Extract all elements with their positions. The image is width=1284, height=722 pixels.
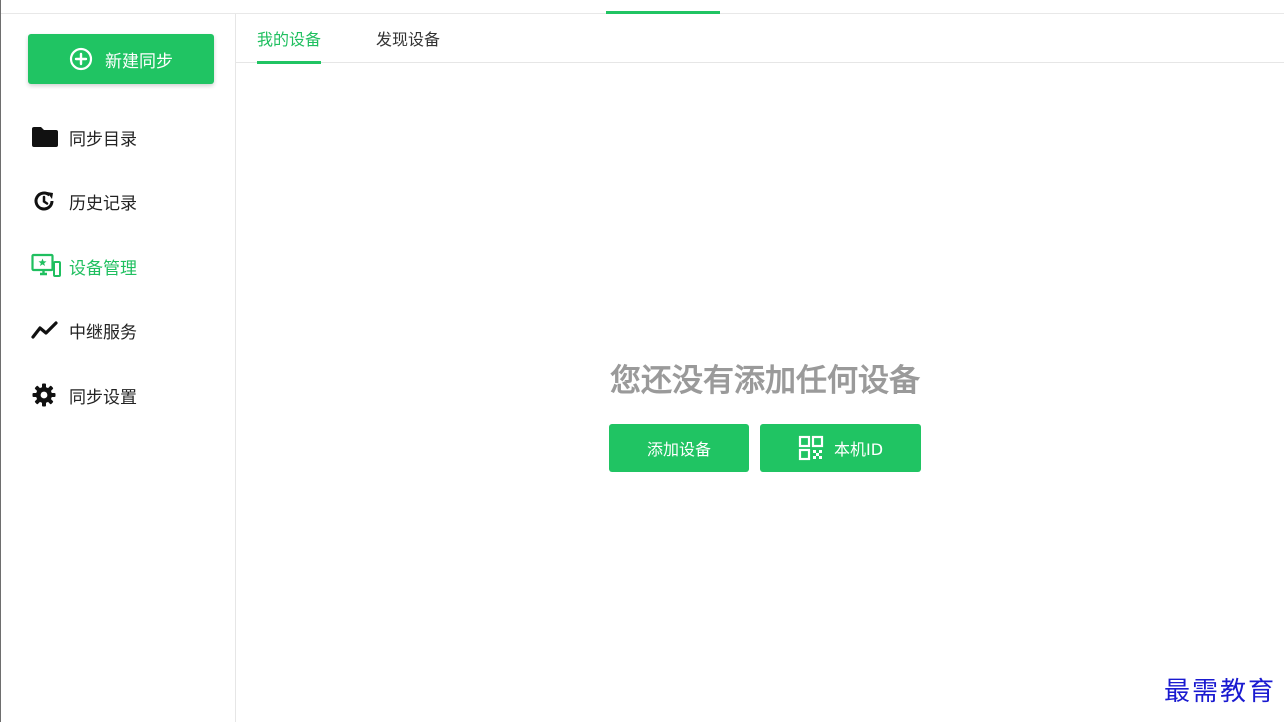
sidebar-item-sync-settings[interactable]: 同步设置 xyxy=(1,375,235,415)
sidebar-item-label: 历史记录 xyxy=(69,193,137,214)
gear-icon xyxy=(31,382,61,408)
logo-icon xyxy=(81,0,97,4)
history-icon xyxy=(31,188,61,214)
add-device-label: 添加设备 xyxy=(646,440,711,459)
new-sync-label: 新建同步 xyxy=(105,51,173,71)
local-id-label: 本机ID xyxy=(833,440,884,459)
device-tabs: 我的设备 发现设备 xyxy=(236,14,1284,64)
watermark-text: 最需教育 xyxy=(1163,677,1276,707)
local-id-button[interactable]: 本机ID xyxy=(760,424,921,472)
sidebar-item-device-management[interactable]: 设备管理 xyxy=(1,246,235,286)
empty-state-message: 您还没有添加任何设备 xyxy=(610,363,920,399)
relay-icon xyxy=(31,317,61,343)
tab-discover-devices[interactable]: 发现设备 xyxy=(376,26,440,63)
top-bar xyxy=(1,0,1284,14)
device-manage-icon xyxy=(31,253,61,279)
add-circle-icon xyxy=(69,47,93,71)
sidebar-item-sync-directory[interactable]: 同步目录 xyxy=(1,117,235,157)
new-sync-button[interactable]: 新建同步 xyxy=(28,34,214,84)
sidebar-item-history[interactable]: 历史记录 xyxy=(1,181,235,221)
sidebar-item-label: 设备管理 xyxy=(69,258,137,279)
sidebar: 新建同步 同步目录 历史记录 设备管理 中继服务 同步设置 xyxy=(1,14,236,722)
tab-my-devices[interactable]: 我的设备 xyxy=(257,26,322,64)
app-window: 新建同步 同步目录 历史记录 设备管理 中继服务 同步设置 我的设备 发现设备 … xyxy=(0,0,1284,722)
sidebar-item-label: 同步设置 xyxy=(69,387,137,408)
folder-icon xyxy=(31,124,61,150)
add-device-button[interactable]: 添加设备 xyxy=(609,424,749,472)
qr-code-icon xyxy=(798,435,824,461)
sidebar-item-relay-service[interactable]: 中继服务 xyxy=(1,310,235,350)
sidebar-item-label: 中继服务 xyxy=(69,322,137,343)
sidebar-item-label: 同步目录 xyxy=(69,129,137,150)
